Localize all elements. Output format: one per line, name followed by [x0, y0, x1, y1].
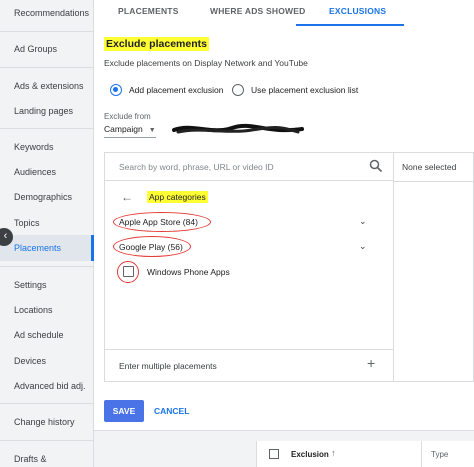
search-icon[interactable] [369, 159, 383, 173]
sidebar-item-audiences[interactable]: Audiences [14, 167, 56, 177]
sidebar-item-change-history[interactable]: Change history [14, 417, 75, 427]
windows-phone-apps-checkbox[interactable] [123, 266, 134, 277]
column-divider [421, 441, 422, 467]
select-all-checkbox[interactable] [269, 449, 279, 459]
category-apple-app-store[interactable]: Apple App Store (84) [119, 217, 198, 227]
divider [394, 181, 474, 182]
column-header-type[interactable]: Type [431, 450, 448, 459]
sidebar-divider [0, 67, 94, 68]
section-title: Exclude placements [104, 37, 209, 51]
section-subtitle: Exclude placements on Display Network an… [104, 58, 308, 68]
tab-placements[interactable]: PLACEMENTS [118, 6, 179, 16]
sidebar-item-topics[interactable]: Topics [14, 218, 40, 228]
tab-active-indicator [296, 24, 404, 26]
sidebar-item-advanced-bid-adj[interactable]: Advanced bid adj. [14, 381, 86, 391]
save-button[interactable]: SAVE [104, 400, 144, 422]
divider [105, 349, 393, 350]
sidebar: Recommendations Ad Groups Ads & extensio… [0, 0, 94, 467]
sidebar-divider [0, 403, 94, 404]
sidebar-item-placements[interactable]: Placements [0, 235, 94, 261]
panel-divider [393, 153, 394, 381]
sidebar-item-demographics[interactable]: Demographics [14, 192, 72, 202]
app-categories-header: App categories [147, 191, 208, 203]
use-exclusion-list-radio[interactable] [232, 84, 244, 96]
tab-bar: PLACEMENTS WHERE ADS SHOWED EXCLUSIONS [94, 0, 474, 26]
sidebar-item-ads-extensions[interactable]: Ads & extensions [14, 81, 84, 91]
placement-search-input[interactable]: Search by word, phrase, URL or video ID [105, 153, 393, 181]
sidebar-item-keywords[interactable]: Keywords [14, 142, 54, 152]
cancel-button[interactable]: CANCEL [154, 406, 189, 416]
sidebar-divider [0, 31, 94, 32]
sidebar-divider [0, 440, 94, 441]
search-placeholder: Search by word, phrase, URL or video ID [119, 162, 274, 172]
tab-where-ads-showed[interactable]: WHERE ADS SHOWED [210, 6, 305, 16]
sort-arrow-icon[interactable]: ↑ [331, 448, 336, 458]
sidebar-item-devices[interactable]: Devices [14, 356, 46, 366]
campaign-dropdown-value: Campaign [104, 124, 143, 134]
plus-icon[interactable]: + [367, 355, 375, 371]
sidebar-divider [0, 266, 94, 267]
column-header-exclusion[interactable]: Exclusion [291, 450, 329, 459]
sidebar-item-settings[interactable]: Settings [14, 280, 47, 290]
sidebar-item-landing-pages[interactable]: Landing pages [14, 106, 73, 116]
sidebar-item-recommendations[interactable]: Recommendations [14, 8, 89, 18]
tab-exclusions[interactable]: EXCLUSIONS [329, 6, 386, 16]
caret-down-icon: ▼ [148, 127, 156, 134]
category-google-play[interactable]: Google Play (56) [119, 242, 183, 252]
chevron-down-icon[interactable]: ⌄ [359, 241, 367, 252]
campaign-dropdown[interactable]: Campaign ▼ [104, 124, 156, 134]
redacted-scribble [172, 123, 304, 134]
sidebar-item-locations[interactable]: Locations [14, 305, 53, 315]
sidebar-item-ad-groups[interactable]: Ad Groups [14, 44, 57, 54]
sidebar-divider [0, 128, 94, 129]
chevron-down-icon[interactable]: ⌄ [359, 216, 367, 227]
add-placement-exclusion-radio[interactable] [110, 84, 122, 96]
exclusions-table: Exclusion ↑ Type [94, 430, 474, 467]
placement-picker-panel: Search by word, phrase, URL or video ID … [104, 152, 474, 382]
windows-phone-apps-label[interactable]: Windows Phone Apps [147, 267, 230, 277]
table-header: Exclusion ↑ Type [256, 441, 474, 467]
use-exclusion-list-label[interactable]: Use placement exclusion list [251, 85, 358, 95]
sidebar-item-drafts[interactable]: Drafts & [14, 454, 47, 464]
enter-multiple-placements[interactable]: Enter multiple placements [119, 361, 217, 371]
sidebar-item-ad-schedule[interactable]: Ad schedule [14, 330, 64, 340]
selection-status: None selected [402, 162, 457, 172]
dropdown-underline [104, 137, 156, 138]
exclude-from-label: Exclude from [104, 112, 151, 121]
add-placement-exclusion-label[interactable]: Add placement exclusion [129, 85, 224, 95]
back-arrow-icon[interactable]: ← [121, 190, 133, 204]
